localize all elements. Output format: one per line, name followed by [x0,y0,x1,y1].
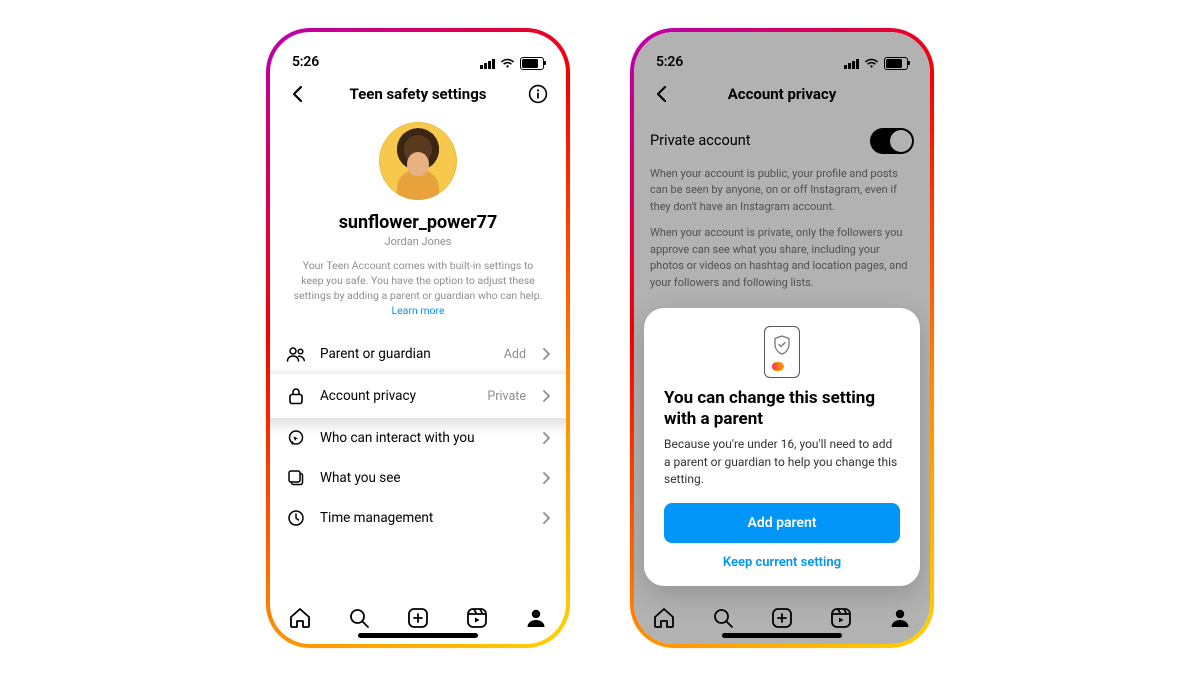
tab-bar [270,592,566,644]
info-button[interactable] [524,80,552,108]
home-indicator [722,633,842,638]
account-blurb: Your Teen Account comes with built-in se… [292,258,544,319]
tab-reels[interactable] [464,605,490,631]
row-label: Time management [320,510,528,526]
chevron-right-icon [542,472,550,484]
people-icon [286,346,306,362]
learn-more-link[interactable]: Learn more [391,304,444,317]
cellular-icon [480,58,495,69]
row-label: Account privacy [320,388,473,404]
keep-setting-link[interactable]: Keep current setting [664,555,900,570]
search-icon [711,606,735,630]
chevron-right-icon [542,390,550,402]
tab-create[interactable] [769,605,795,631]
status-indicators [480,57,544,70]
page-title: Teen safety settings [270,85,566,103]
blurb-text: Your Teen Account comes with built-in se… [294,259,543,302]
profile-icon [888,606,912,630]
app-header: Teen safety settings [270,72,566,116]
home-icon [652,606,676,630]
avatar[interactable] [379,122,457,200]
tab-reels[interactable] [828,605,854,631]
row-time-management[interactable]: Time management [270,498,566,538]
home-indicator [358,633,478,638]
reels-icon [465,606,489,630]
phone-account-privacy: 5:26 Account privacy Private account [630,28,934,648]
sheet-title: You can change this setting with a paren… [664,388,900,431]
shield-icon [773,335,791,355]
status-bar: 5:26 [270,32,566,72]
sheet-illustration [764,326,800,378]
chevron-right-icon [542,512,550,524]
tab-home[interactable] [651,605,677,631]
tab-create[interactable] [405,605,431,631]
toggle-icon [772,362,792,371]
clock-icon [286,509,306,527]
chevron-right-icon [542,432,550,444]
lock-icon [286,387,306,405]
add-parent-button[interactable]: Add parent [664,503,900,543]
username: sunflower_power77 [339,212,498,233]
row-interact[interactable]: Who can interact with you [270,418,566,458]
row-trailing: Add [504,347,526,362]
row-label: Parent or guardian [320,346,490,362]
display-name: Jordan Jones [385,235,452,248]
profile-block: sunflower_power77 Jordan Jones Your Teen… [270,116,566,329]
parent-required-sheet: You can change this setting with a paren… [644,308,920,586]
wifi-icon [500,58,515,69]
tab-home[interactable] [287,605,313,631]
battery-icon [520,57,544,70]
status-time: 5:26 [292,54,319,70]
profile-icon [524,606,548,630]
chat-icon [286,429,306,447]
info-icon [528,84,548,104]
plus-square-icon [770,606,794,630]
tab-search[interactable] [346,605,372,631]
chevron-right-icon [542,348,550,360]
row-label: What you see [320,470,528,486]
home-icon [288,606,312,630]
tab-profile[interactable] [523,605,549,631]
row-what-you-see[interactable]: What you see [270,458,566,498]
sheet-body: Because you're under 16, you'll need to … [664,436,900,488]
search-icon [347,606,371,630]
row-parent-guardian[interactable]: Parent or guardian Add [270,334,566,374]
tab-bar [634,592,930,644]
row-trailing: Private [487,389,526,404]
plus-square-icon [406,606,430,630]
chevron-left-icon [291,85,305,103]
back-button[interactable] [284,80,312,108]
phone-teen-safety: 5:26 Teen safety settings [266,28,570,648]
reels-icon [829,606,853,630]
row-account-privacy[interactable]: Account privacy Private [270,374,566,418]
tab-profile[interactable] [887,605,913,631]
media-icon [286,469,306,487]
tab-search[interactable] [710,605,736,631]
row-label: Who can interact with you [320,430,528,446]
